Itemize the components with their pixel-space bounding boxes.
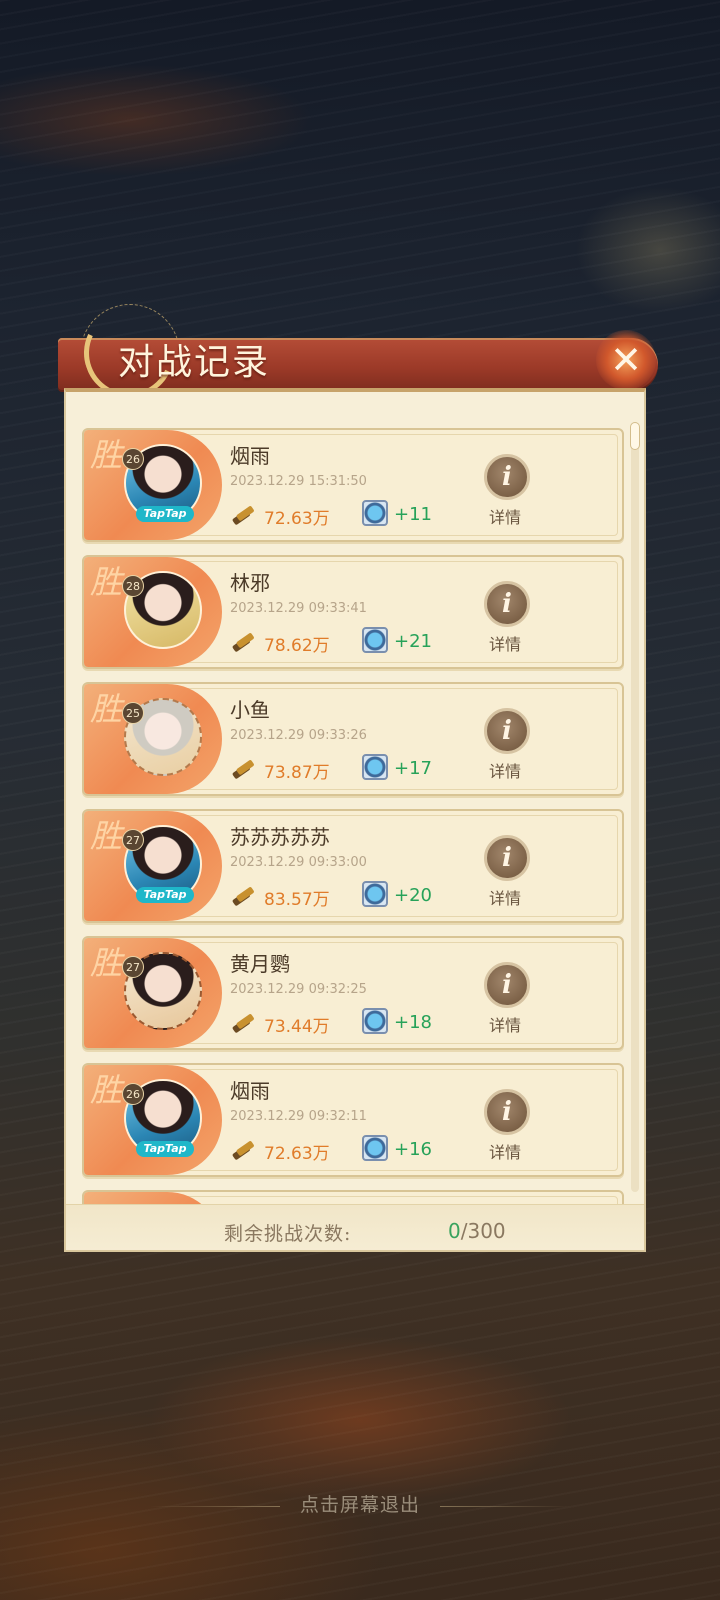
opponent-name: 黄月鹦: [230, 952, 290, 976]
gold-reward: 72.63万: [264, 509, 330, 529]
record-row: 胜 26 TapTap 烟雨 2023.12.29 09:32:11 72.63…: [82, 1063, 624, 1177]
result-tag: 胜: [90, 690, 123, 728]
taptap-frame-badge: TapTap: [136, 887, 194, 903]
rank-medal-icon: [362, 881, 388, 907]
gold-bars-icon: [232, 1014, 254, 1033]
opponent-name: 林邪: [230, 571, 270, 595]
page-title: 对战记录: [118, 342, 271, 383]
battle-record-panel: 胜 26 TapTap 烟雨 2023.12.29 15:31:50 72.63…: [64, 388, 646, 1252]
rank-points-change: +18: [394, 1012, 432, 1033]
rank-medal-icon: [362, 754, 388, 780]
gold-bars-icon: [232, 633, 254, 652]
detail-info-icon[interactable]: i: [484, 708, 530, 754]
scrollbar-thumb[interactable]: [630, 422, 640, 450]
gold-reward: 73.87万: [264, 763, 330, 783]
opponent-name: 苏苏苏苏苏: [230, 825, 330, 849]
opponent-name: 烟雨: [230, 1079, 270, 1103]
record-row: 胜 28 林邪 2023.12.29 09:33:41 78.62万 +21 i…: [82, 555, 624, 669]
level-badge: 27: [122, 829, 144, 851]
record-row: 胜 27 TapTap 苏苏苏苏苏 2023.12.29 09:33:00 83…: [82, 809, 624, 923]
gold-bars-icon: [232, 760, 254, 779]
taptap-frame-badge: TapTap: [136, 1141, 194, 1157]
record-row-partial: [82, 1190, 624, 1204]
detail-info-icon[interactable]: i: [484, 962, 530, 1008]
detail-button-label[interactable]: 详情: [489, 758, 521, 782]
rank-points-change: +11: [394, 504, 432, 525]
level-badge: 26: [122, 448, 144, 470]
opponent-name: 烟雨: [230, 444, 270, 468]
rank-medal-icon: [362, 627, 388, 653]
gold-reward: 83.57万: [264, 890, 330, 910]
level-badge: 25: [122, 702, 144, 724]
remaining-total: 300: [467, 1219, 506, 1243]
record-row: 胜 26 TapTap 烟雨 2023.12.29 15:31:50 72.63…: [82, 428, 624, 542]
result-tag: 胜: [90, 563, 123, 601]
gold-reward: 73.44万: [264, 1017, 330, 1037]
rank-medal-icon: [362, 1135, 388, 1161]
level-badge: 26: [122, 1083, 144, 1105]
rank-points-change: +17: [394, 758, 432, 779]
win-highlight: [84, 1192, 222, 1204]
detail-button-label[interactable]: 详情: [489, 1139, 521, 1163]
gold-reward: 72.63万: [264, 1144, 330, 1164]
remaining-challenges-bar: 剩余挑战次数: 0/300: [66, 1204, 644, 1250]
battle-datetime: 2023.12.29 09:33:41: [230, 601, 367, 616]
level-badge: 27: [122, 956, 144, 978]
gold-bars-icon: [232, 887, 254, 906]
battle-datetime: 2023.12.29 09:32:11: [230, 1109, 367, 1124]
level-badge: 28: [122, 575, 144, 597]
tap-to-exit-hint[interactable]: 点击屏幕退出: [0, 1490, 720, 1517]
rank-points-change: +21: [394, 631, 432, 652]
detail-info-icon[interactable]: i: [484, 454, 530, 500]
detail-info-icon[interactable]: i: [484, 1089, 530, 1135]
gold-bars-icon: [232, 506, 254, 525]
result-tag: 胜: [90, 436, 123, 474]
rank-points-change: +20: [394, 885, 432, 906]
opponent-name: 小鱼: [230, 698, 270, 722]
detail-info-icon[interactable]: i: [484, 581, 530, 627]
result-tag: 胜: [90, 944, 123, 982]
result-tag: 胜: [90, 817, 123, 855]
detail-info-icon[interactable]: i: [484, 835, 530, 881]
gold-bars-icon: [232, 1141, 254, 1160]
rank-points-change: +16: [394, 1139, 432, 1160]
remaining-current: 0: [448, 1219, 461, 1243]
remaining-label: 剩余挑战次数:: [224, 1223, 352, 1245]
scrollbar-track[interactable]: [631, 422, 639, 1192]
close-button[interactable]: ✕: [596, 330, 656, 390]
record-row: 胜 25 小鱼 2023.12.29 09:33:26 73.87万 +17 i…: [82, 682, 624, 796]
battle-datetime: 2023.12.29 09:33:26: [230, 728, 367, 743]
gold-reward: 78.62万: [264, 636, 330, 656]
rank-medal-icon: [362, 500, 388, 526]
battle-datetime: 2023.12.29 15:31:50: [230, 474, 367, 489]
battle-datetime: 2023.12.29 09:32:25: [230, 982, 367, 997]
record-row: 胜 27 黄月鹦 2023.12.29 09:32:25 73.44万 +18 …: [82, 936, 624, 1050]
detail-button-label[interactable]: 详情: [489, 504, 521, 528]
record-list[interactable]: 胜 26 TapTap 烟雨 2023.12.29 15:31:50 72.63…: [66, 392, 644, 1204]
result-tag: 胜: [90, 1071, 123, 1109]
taptap-frame-badge: TapTap: [136, 506, 194, 522]
remaining-count: 0/300: [448, 1219, 506, 1243]
detail-button-label[interactable]: 详情: [489, 1012, 521, 1036]
close-icon: ✕: [610, 338, 642, 382]
rank-medal-icon: [362, 1008, 388, 1034]
detail-button-label[interactable]: 详情: [489, 631, 521, 655]
battle-datetime: 2023.12.29 09:33:00: [230, 855, 367, 870]
detail-button-label[interactable]: 详情: [489, 885, 521, 909]
